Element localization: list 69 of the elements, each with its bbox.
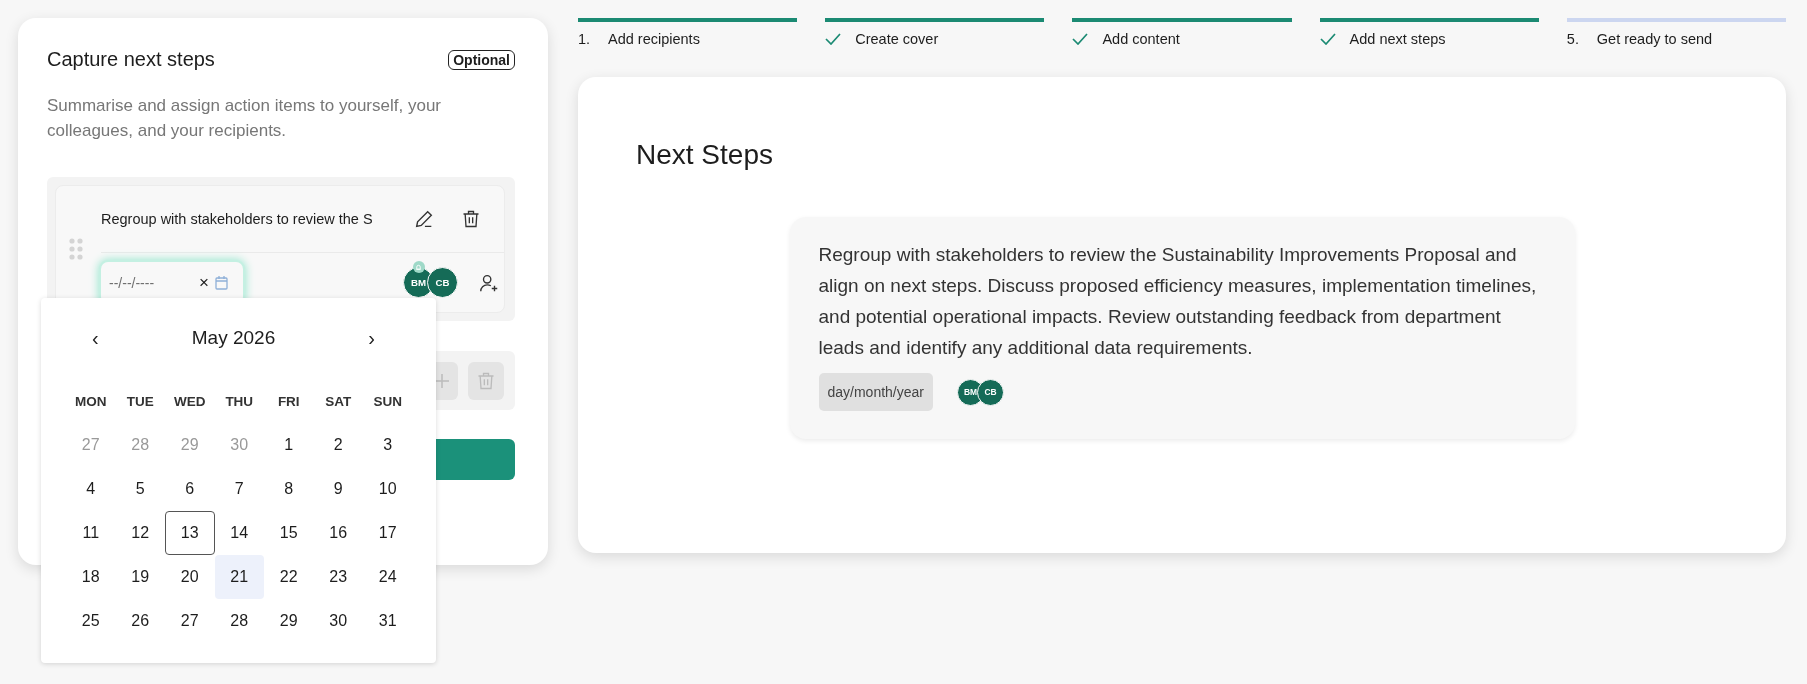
- previous-month-button[interactable]: ‹: [86, 325, 105, 351]
- day-cell[interactable]: 23: [313, 555, 363, 599]
- day-cell[interactable]: 26: [115, 599, 165, 643]
- step[interactable]: 1. Add recipients: [578, 18, 798, 47]
- check-icon: [1319, 33, 1336, 45]
- day-cell[interactable]: 12: [115, 511, 165, 555]
- day-cell[interactable]: 4: [66, 467, 116, 511]
- step-number: 1.: [578, 31, 592, 47]
- plus-icon: [434, 372, 450, 389]
- avatar: CB: [427, 267, 458, 298]
- day-cell[interactable]: 18: [66, 555, 116, 599]
- preview-title: Next Steps: [636, 139, 774, 171]
- day-cell[interactable]: 1: [264, 423, 314, 467]
- weekday-label: FRI: [276, 392, 301, 411]
- optional-badge: Optional: [448, 49, 515, 70]
- step[interactable]: Add next steps: [1319, 18, 1539, 47]
- day-cell[interactable]: 6: [165, 467, 215, 511]
- day-cell[interactable]: 8: [264, 467, 314, 511]
- next-step-text: Regroup with stakeholders to review the Sustainability Improvements Proposal and align on next steps. Discuss proposed efficiency measures, implementation timelines, and potential operational impacts. Review outstanding feedback from department leads and identify any additional data requirements.: [818, 243, 1538, 360]
- day-cell[interactable]: 7: [214, 467, 264, 511]
- day-cell[interactable]: 30: [313, 599, 363, 643]
- step[interactable]: Add content: [1072, 18, 1292, 47]
- day-cell[interactable]: 24: [363, 555, 413, 599]
- day-cell[interactable]: 11: [66, 511, 116, 555]
- day-cell[interactable]: 3: [363, 423, 413, 467]
- day-cell[interactable]: 15: [264, 511, 314, 555]
- step-label: Get ready to send: [1596, 31, 1713, 47]
- day-cell[interactable]: 9: [313, 467, 363, 511]
- day-cell[interactable]: 5: [115, 467, 165, 511]
- day-cell[interactable]: 17: [363, 511, 413, 555]
- weekday-label: TUE: [125, 392, 155, 411]
- step-number: 5.: [1566, 31, 1580, 47]
- step-label: Add next steps: [1349, 31, 1446, 47]
- day-cell[interactable]: 19: [115, 555, 165, 599]
- check-icon: [825, 33, 842, 45]
- day-cell[interactable]: 21: [214, 555, 264, 599]
- weekday-label: SUN: [372, 392, 403, 411]
- day-cell[interactable]: 25: [66, 599, 116, 643]
- day-cell[interactable]: 13: [165, 511, 215, 555]
- next-month-button[interactable]: ›: [362, 325, 381, 351]
- clear-button[interactable]: ×: [199, 272, 209, 293]
- step[interactable]: 5. Get ready to send: [1566, 18, 1786, 47]
- panel-description: Summarise and assign action items to yourself, your colleagues, and your recipients.: [47, 95, 442, 142]
- month-title: May 2026: [191, 327, 276, 349]
- day-cell[interactable]: 22: [264, 555, 314, 599]
- day-cell[interactable]: 16: [313, 511, 363, 555]
- day-cell[interactable]: 2: [313, 423, 363, 467]
- step[interactable]: Create cover: [825, 18, 1045, 47]
- day-cell[interactable]: 20: [165, 555, 215, 599]
- action-item-text: Regroup with stakeholders to review the S: [101, 211, 374, 227]
- day-cell[interactable]: 10: [363, 467, 413, 511]
- step-label: Add content: [1102, 31, 1180, 47]
- weekday-label: MON: [74, 392, 108, 411]
- drag-handle-icon[interactable]: [69, 238, 83, 260]
- step-label: Create cover: [855, 31, 939, 47]
- weekday-label: THU: [224, 392, 255, 411]
- check-icon: [1072, 33, 1089, 45]
- weekday-label: WED: [173, 392, 207, 411]
- avatar: CB: [977, 378, 1004, 406]
- day-cell[interactable]: 27: [165, 599, 215, 643]
- calendar-icon[interactable]: [214, 275, 228, 290]
- day-cell[interactable]: 31: [363, 599, 413, 643]
- day-cell[interactable]: 28: [214, 599, 264, 643]
- step-label: Add recipients: [608, 31, 700, 47]
- day-cell[interactable]: 29: [264, 599, 314, 643]
- panel-title: Capture next steps: [47, 48, 215, 71]
- date-chip: day/month/year: [818, 373, 933, 411]
- day-cell[interactable]: 14: [214, 511, 264, 555]
- weekday-label: SAT: [324, 392, 353, 411]
